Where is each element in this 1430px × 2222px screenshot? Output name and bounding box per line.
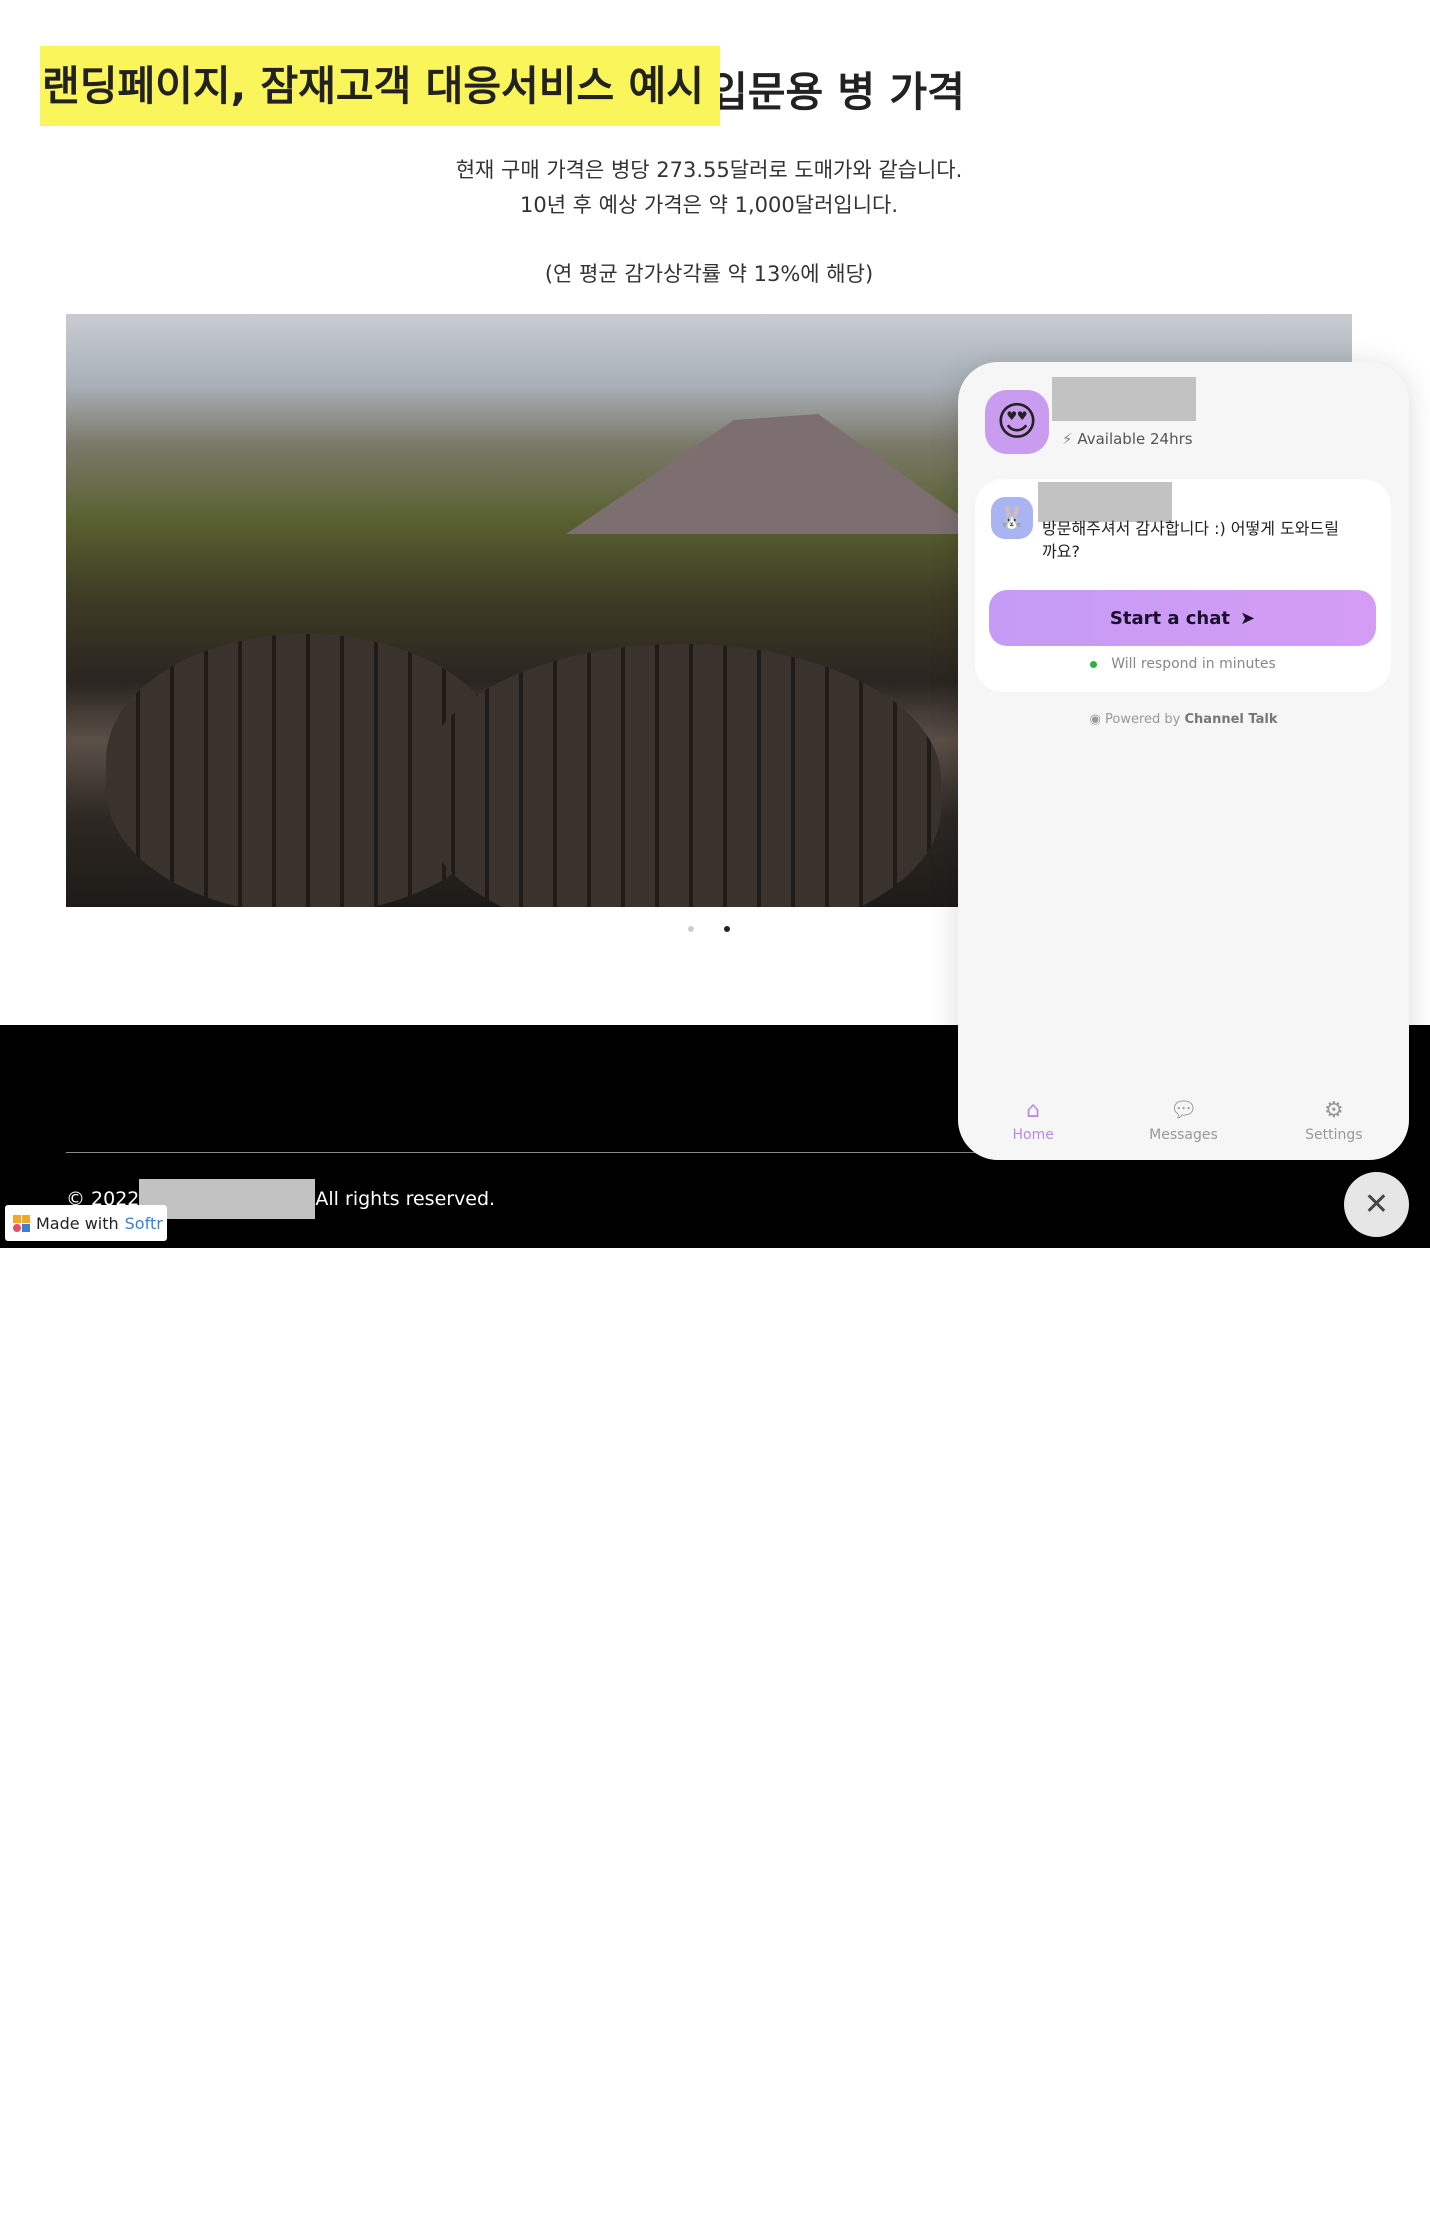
instagram-icon[interactable] bbox=[1334, 2206, 1348, 2222]
powered-brand: Channel Talk bbox=[1184, 712, 1278, 727]
carousel-dot[interactable] bbox=[688, 926, 694, 932]
powered-by[interactable]: ◉ Powered by Channel Talk bbox=[958, 712, 1409, 727]
widget-nav: ⌂ Home 💬︎ Messages ⚙ Settings bbox=[958, 1098, 1409, 1143]
send-icon: ➤ bbox=[1240, 607, 1256, 629]
badge-text: Made with bbox=[36, 1213, 119, 1233]
description-line-2: 10년 후 예상 가격은 약 1,000달러입니다. bbox=[519, 193, 899, 217]
availability-text: Available 24hrs bbox=[1077, 430, 1193, 448]
mountain bbox=[566, 414, 986, 534]
channel-avatar: 😍 bbox=[985, 390, 1049, 454]
close-icon: ✕ bbox=[1363, 1188, 1390, 1221]
chat-widget: 😍 ⚡ Available 24hrs 🐰 방문해주셔서 감사합니다 :) 어떻… bbox=[958, 362, 1409, 1160]
redacted-channel-name bbox=[1052, 377, 1196, 421]
nav-messages[interactable]: 💬︎ Messages bbox=[1133, 1098, 1233, 1143]
nav-label: Home bbox=[1012, 1127, 1054, 1143]
title-text: 입문용 병 가격 bbox=[710, 68, 965, 116]
gear-icon: ⚙ bbox=[1323, 1098, 1344, 1123]
close-widget-button[interactable]: ✕ bbox=[1344, 1172, 1409, 1237]
nav-settings[interactable]: ⚙ Settings bbox=[1284, 1098, 1384, 1143]
bot-avatar: 🐰 bbox=[991, 497, 1033, 539]
description-line-1: 현재 구매 가격은 병당 273.55달러로 도매가와 같습니다. bbox=[455, 158, 963, 182]
response-text: Will respond in minutes bbox=[1111, 656, 1276, 672]
barrel bbox=[421, 644, 941, 907]
copyright-text: All rights reserved. bbox=[315, 1188, 496, 1210]
description-note: (연 평균 감가상각률 약 13%에 해당) bbox=[544, 262, 874, 286]
title-highlight: 랜딩페이지, 잠재고객 대응서비스 예시 bbox=[40, 46, 720, 126]
softr-logo-icon bbox=[13, 1214, 30, 1232]
redacted-bot-name bbox=[1038, 482, 1172, 522]
nav-home[interactable]: ⌂ Home bbox=[983, 1098, 1083, 1143]
availability: ⚡ Available 24hrs bbox=[1062, 430, 1193, 448]
carousel-dot-active[interactable] bbox=[724, 926, 730, 932]
home-icon: ⌂ bbox=[1026, 1098, 1041, 1123]
made-with-softr-badge[interactable]: Made with Softr bbox=[5, 1205, 167, 1241]
channel-talk-icon: ◉ bbox=[1089, 712, 1101, 727]
nav-label: Messages bbox=[1149, 1127, 1218, 1143]
badge-brand: Softr bbox=[124, 1213, 163, 1233]
lightning-icon: ⚡ bbox=[1062, 430, 1073, 448]
start-chat-label: Start a chat bbox=[1109, 607, 1231, 629]
carousel-dots[interactable] bbox=[688, 926, 730, 932]
welcome-message: 방문해주셔서 감사합니다 :) 어떻게 도와드릴까요? bbox=[1042, 519, 1339, 561]
start-chat-button[interactable]: Start a chat ➤ bbox=[989, 590, 1376, 646]
response-time: Will respond in minutes bbox=[975, 656, 1391, 672]
powered-by-text: Powered by bbox=[1105, 712, 1181, 727]
nav-label: Settings bbox=[1305, 1127, 1363, 1143]
chat-bubble-icon: 💬︎ bbox=[1169, 1098, 1198, 1123]
online-dot bbox=[1090, 660, 1098, 668]
welcome-card: 🐰 방문해주셔서 감사합니다 :) 어떻게 도와드릴까요? Start a ch… bbox=[975, 479, 1391, 692]
